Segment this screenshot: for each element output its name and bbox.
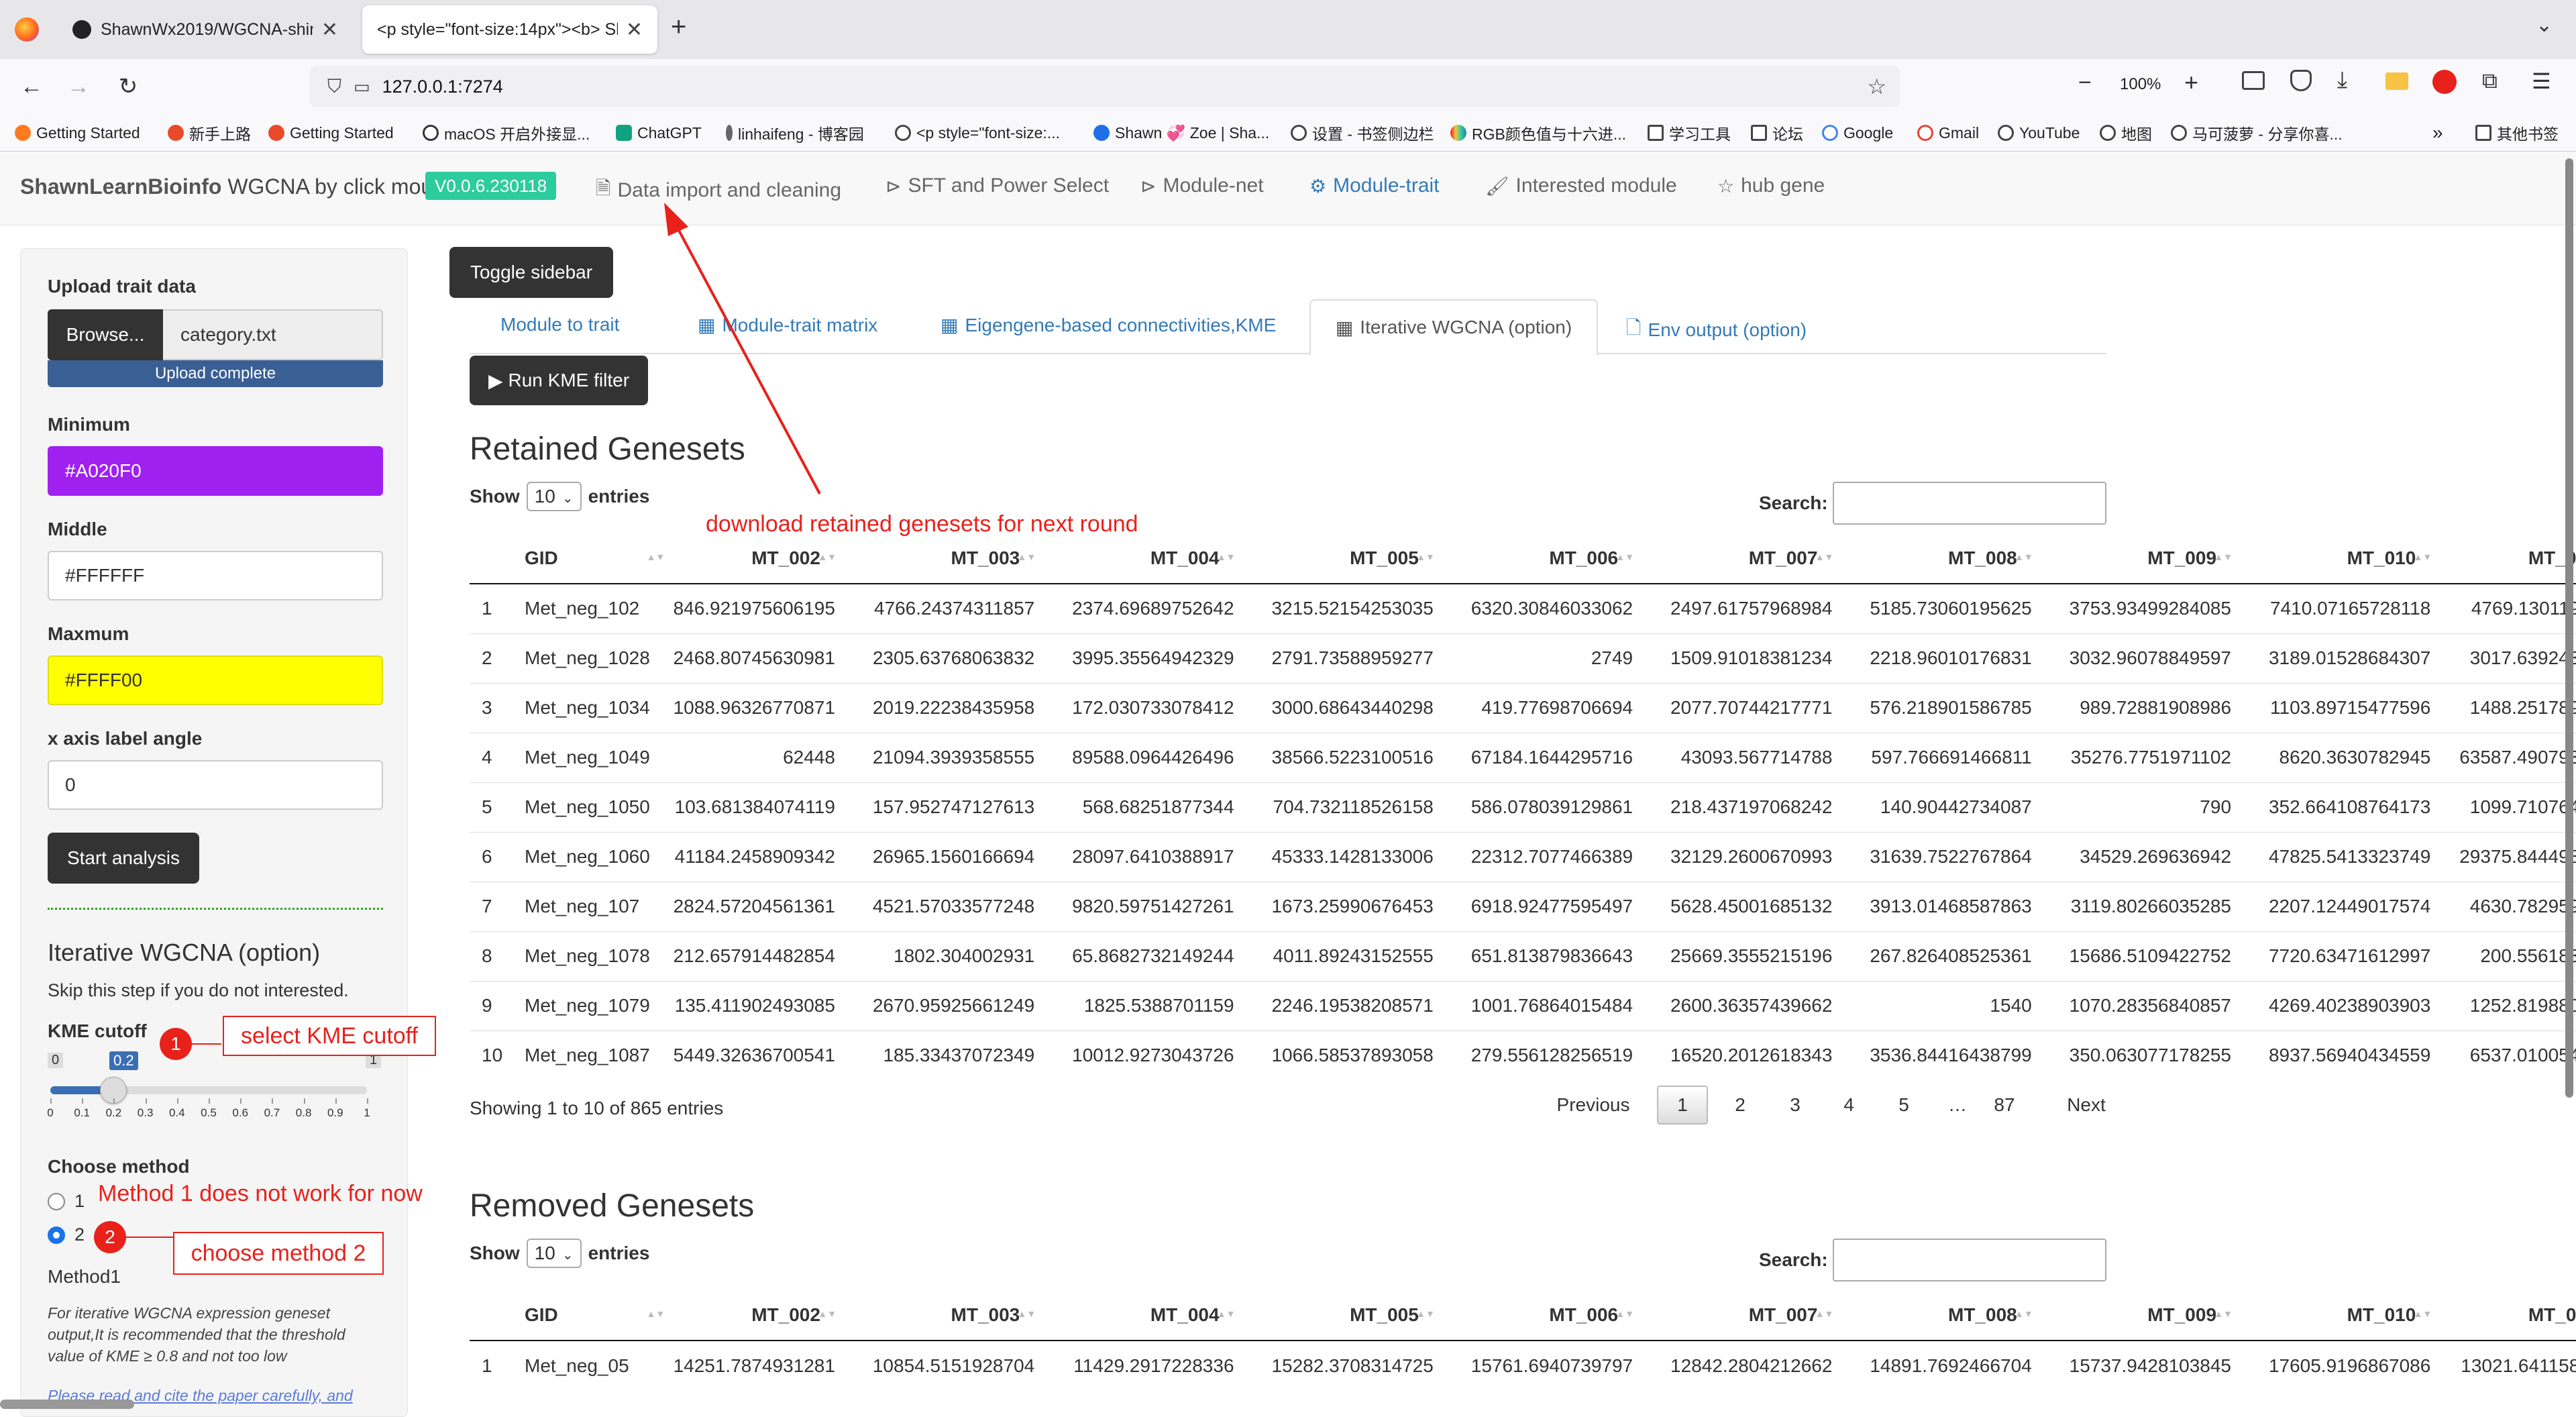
page-button[interactable]: 2 bbox=[1715, 1086, 1766, 1124]
previous-button[interactable]: Previous bbox=[1550, 1086, 1637, 1124]
choose-method-annotation: choose method 2 bbox=[173, 1232, 384, 1275]
step-2-badge: 2 bbox=[94, 1221, 126, 1253]
arrow-head bbox=[664, 203, 688, 236]
select-kme-annotation: select KME cutoff bbox=[223, 1016, 436, 1056]
arrow-line bbox=[675, 225, 821, 494]
page-button[interactable]: 5 bbox=[1878, 1086, 1929, 1124]
download-annotation: download retained genesets for next roun… bbox=[706, 511, 1138, 537]
next-button[interactable]: Next bbox=[2053, 1086, 2120, 1124]
method1-annotation: Method 1 does not work for now bbox=[98, 1181, 423, 1206]
page-button[interactable]: 1 bbox=[1657, 1086, 1708, 1124]
page-button[interactable]: 87 bbox=[1979, 1086, 2030, 1124]
step-1-badge: 1 bbox=[160, 1028, 192, 1060]
page-button[interactable]: 3 bbox=[1770, 1086, 1821, 1124]
page-button[interactable]: 4 bbox=[1823, 1086, 1874, 1124]
ellipsis: … bbox=[1948, 1094, 1967, 1115]
